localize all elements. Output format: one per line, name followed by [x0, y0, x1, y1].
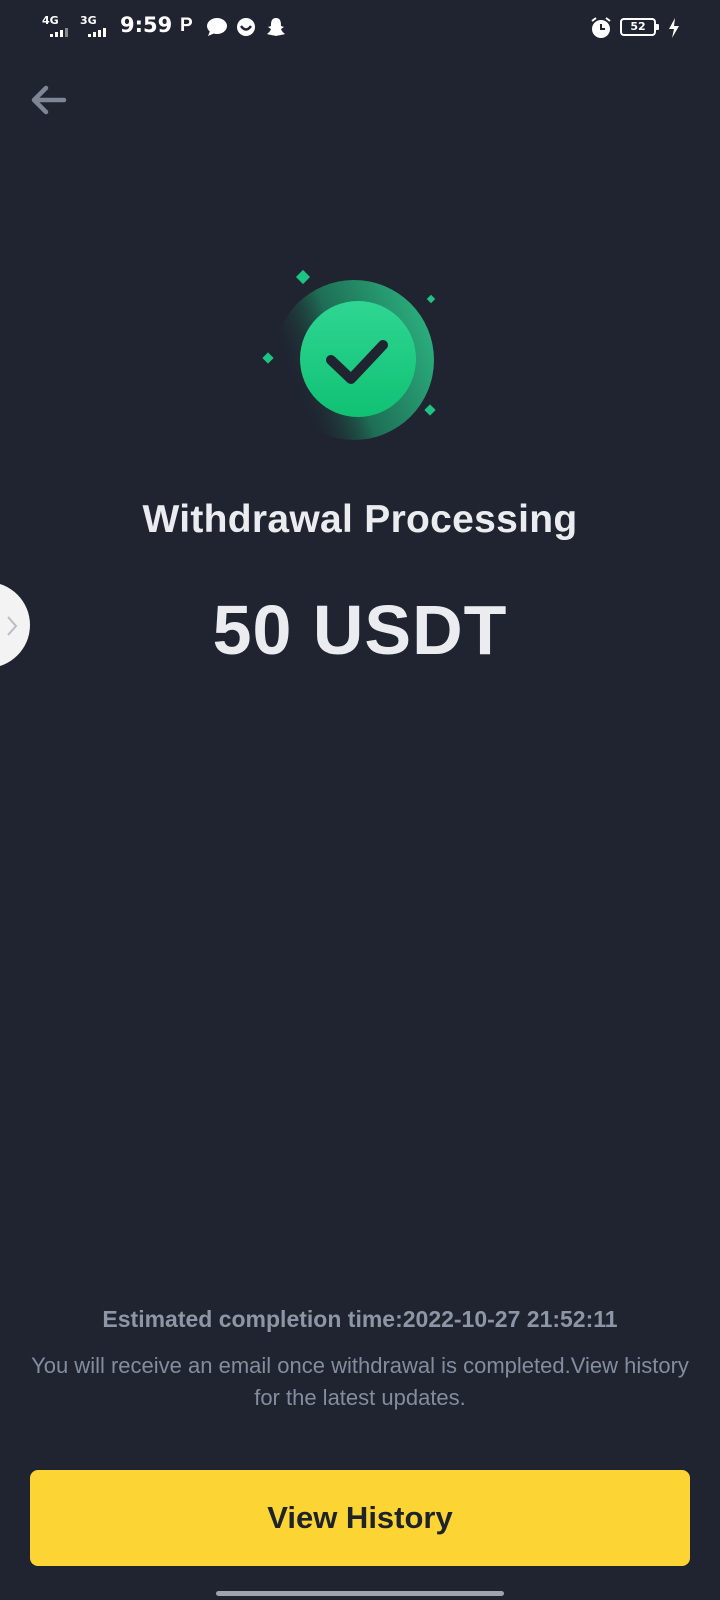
bolt-icon	[669, 18, 679, 38]
home-indicator[interactable]	[216, 1591, 504, 1596]
battery-level: 52	[630, 20, 646, 33]
signal-4g: 4G	[42, 15, 59, 26]
success-graphic	[256, 266, 448, 442]
back-button[interactable]	[26, 80, 70, 120]
check-circle-icon	[262, 269, 436, 440]
battery-indicator: 52	[620, 18, 659, 36]
email-notice: You will receive an email once withdrawa…	[31, 1353, 689, 1410]
estimated-completion-time: Estimated completion time:2022-10-27 21:…	[102, 1306, 618, 1332]
signal-bars-2-icon	[88, 28, 106, 37]
signal-3g: 3G	[80, 15, 97, 26]
parking-icon: P	[180, 15, 193, 36]
arrow-left-icon	[31, 85, 67, 115]
alarm-icon	[591, 17, 611, 38]
status-bar: 4G 3G 9:59 P 52	[0, 0, 720, 56]
network-type-1: 4G	[42, 14, 59, 27]
network-type-2: 3G	[80, 14, 97, 27]
signal-bars-1-icon	[50, 28, 68, 37]
snapchat-icon	[267, 18, 285, 36]
status-time: 9:59	[120, 13, 173, 37]
view-history-button[interactable]: View History	[30, 1470, 690, 1566]
message-icon	[207, 18, 227, 36]
chevron-right-icon	[7, 616, 18, 636]
page-title: Withdrawal Processing	[142, 498, 578, 541]
reaction-icon	[237, 18, 255, 36]
withdrawal-amount: 50 USDT	[212, 591, 508, 669]
